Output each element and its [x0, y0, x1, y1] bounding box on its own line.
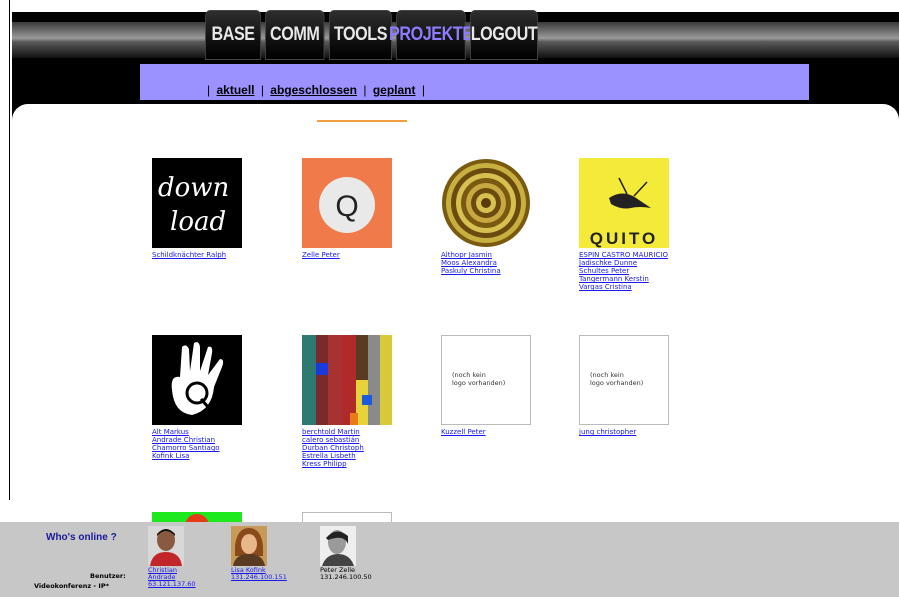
svg-text:QUITO: QUITO — [590, 229, 659, 248]
avatar-photo — [322, 530, 354, 566]
user-avatar[interactable] — [320, 526, 356, 566]
project-members: Althopr Jasmin Moos Alexandra Paskuly Ch… — [441, 251, 571, 275]
project-card: Q Zelle Peter — [302, 158, 432, 259]
subnav-geplant-link[interactable]: geplant — [373, 83, 416, 97]
tab-comm[interactable]: COMM — [265, 10, 325, 60]
svg-text:down: down — [158, 173, 229, 203]
project-card: (noch kein logo vorhanden) jung christop… — [579, 335, 709, 436]
subnav-separator: | — [260, 83, 264, 97]
project-members: ESPIN CASTRO MAURICIO Jadischke Dunne Sc… — [579, 251, 709, 291]
main-tabs: BASE COMM TOOLS PROJEKTE LOGOUT — [205, 10, 550, 60]
tab-logout[interactable]: LOGOUT — [470, 10, 538, 60]
project-members: jung christopher — [579, 428, 709, 436]
svg-text:load: load — [170, 207, 226, 237]
video-conference-label: Videokonferenz - IP* — [34, 582, 109, 590]
member-link[interactable]: jung christopher — [579, 428, 709, 436]
member-link[interactable]: Jadischke Dunne — [579, 259, 709, 267]
member-link[interactable]: Estrella Lisbeth — [302, 452, 432, 460]
subnav-separator: | — [363, 83, 367, 97]
member-link[interactable]: Andrade Christian — [152, 436, 282, 444]
placeholder-text: (noch kein — [452, 371, 486, 379]
placeholder-text: logo vorhanden) — [590, 379, 644, 387]
online-user: Peter Zelle 131.246.100.50 — [320, 526, 372, 581]
project-card: Althopr Jasmin Moos Alexandra Paskuly Ch… — [441, 158, 571, 275]
member-link[interactable]: ESPIN CASTRO MAURICIO — [579, 251, 709, 259]
avatar-photo — [233, 528, 265, 566]
member-link[interactable]: Kress Philipp — [302, 460, 432, 468]
member-link[interactable]: Chamorro Santiago — [152, 444, 282, 452]
tab-tools[interactable]: TOOLS — [329, 10, 392, 60]
project-logo-download[interactable]: down load — [152, 158, 242, 248]
project-members: Alt Markus Andrade Christian Chamorro Sa… — [152, 428, 282, 460]
hand-logo-graphic — [171, 342, 224, 415]
member-link[interactable]: Kuzzell Peter — [441, 428, 571, 436]
left-margin — [0, 0, 12, 597]
member-link[interactable]: Alt Markus — [152, 428, 282, 436]
tab-projekte[interactable]: PROJEKTE — [389, 10, 473, 60]
user-avatar[interactable] — [148, 526, 184, 566]
download-logo-graphic: down load — [158, 173, 229, 237]
placeholder-text: (noch kein — [590, 371, 624, 379]
subnav-aktuell-link[interactable]: aktuell — [216, 83, 254, 97]
member-link[interactable]: Paskuly Christina — [441, 267, 571, 275]
bars-logo-graphic — [302, 335, 392, 425]
member-link[interactable]: Kofink Lisa — [152, 452, 282, 460]
user-info: Lisa Kofink 131.246.100.151 — [231, 567, 287, 581]
whos-online-title: Who's online ? — [46, 532, 117, 543]
accent-underline — [317, 120, 407, 122]
user-ip-link[interactable]: 63.121.137.60 — [148, 581, 196, 588]
project-logo-quito[interactable]: QUITO — [579, 158, 669, 248]
user-ip-text: 131.246.100.50 — [320, 573, 372, 581]
online-user: Christian Andrade 63.121.137.60 — [148, 526, 196, 588]
left-border-line — [9, 0, 10, 500]
member-link[interactable]: berchtold Martin — [302, 428, 432, 436]
project-members: Zelle Peter — [302, 251, 432, 259]
project-logo-bars[interactable] — [302, 335, 392, 425]
member-link[interactable]: calero sebastián — [302, 436, 432, 444]
project-card: (noch kein logo vorhanden) Kuzzell Peter — [441, 335, 571, 436]
sub-navigation: | aktuell | abgeschlossen | geplant | — [140, 64, 809, 100]
project-card: Alt Markus Andrade Christian Chamorro Sa… — [152, 335, 282, 460]
footer-online-bar: Who's online ? Benutzer: Videokonferenz … — [0, 522, 899, 597]
member-link[interactable]: Schultes Peter — [579, 267, 709, 275]
member-link[interactable]: Schildknächter Ralph — [152, 251, 282, 259]
member-link[interactable]: Vargas Cristina — [579, 283, 709, 291]
placeholder-text: logo vorhanden) — [452, 379, 506, 387]
project-card: berchtold Martin calero sebastián Durban… — [302, 335, 432, 468]
subnav-abgeschlossen-link[interactable]: abgeschlossen — [270, 83, 357, 97]
project-logo-hand[interactable] — [152, 335, 242, 425]
project-members: Kuzzell Peter — [441, 428, 571, 436]
user-avatar[interactable] — [231, 526, 267, 566]
avatar-photo — [150, 529, 182, 566]
project-card: down load Schildknächter Ralph — [152, 158, 282, 259]
svg-text:Q: Q — [335, 190, 358, 223]
member-link[interactable]: Tangermann Kerstin — [579, 275, 709, 283]
page: BASE COMM TOOLS PROJEKTE LOGOUT | aktuel… — [0, 0, 899, 597]
tab-base[interactable]: BASE — [205, 10, 262, 60]
subnav-separator: | — [207, 83, 211, 97]
project-members: berchtold Martin calero sebastián Durban… — [302, 428, 432, 468]
online-user: Lisa Kofink 131.246.100.151 — [231, 526, 287, 581]
user-label: Benutzer: — [90, 572, 126, 580]
member-link[interactable]: Moos Alexandra — [441, 259, 571, 267]
circle-logo-graphic — [442, 159, 530, 247]
project-logo-circle[interactable] — [441, 158, 531, 248]
project-logo-q[interactable]: Q — [302, 158, 392, 248]
project-card: QUITO ESPIN CASTRO MAURICIO Jadischke Du… — [579, 158, 709, 291]
project-members: Schildknächter Ralph — [152, 251, 282, 259]
member-link[interactable]: Zelle Peter — [302, 251, 432, 259]
q-logo-graphic: Q — [319, 177, 375, 233]
project-logo-placeholder[interactable]: (noch kein logo vorhanden) — [441, 335, 531, 425]
quito-logo-graphic: QUITO — [590, 177, 659, 248]
user-ip-link[interactable]: 131.246.100.151 — [231, 574, 287, 581]
member-link[interactable]: Althopr Jasmin — [441, 251, 571, 259]
project-logo-placeholder[interactable]: (noch kein logo vorhanden) — [579, 335, 669, 425]
subnav-separator: | — [421, 83, 425, 97]
user-info: Peter Zelle 131.246.100.50 — [320, 567, 372, 581]
member-link[interactable]: Durban Christoph — [302, 444, 432, 452]
user-info: Christian Andrade 63.121.137.60 — [148, 567, 196, 588]
